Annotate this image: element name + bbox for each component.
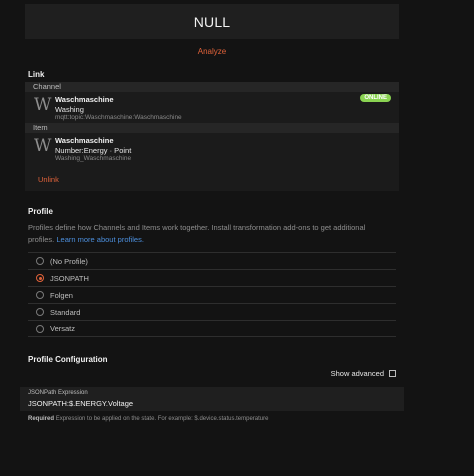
required-label: Required [28, 416, 55, 422]
profile-radio-list: (No Profile) JSONPATH Folgen Standard Ve… [28, 252, 396, 337]
channel-icon: W [34, 95, 52, 115]
profile-option-label: JSONPATH [50, 273, 89, 283]
channel-row[interactable]: W Waschmaschine Washing mqtt:topic:Wasch… [25, 92, 399, 123]
learn-more-link[interactable]: Learn more about profiles. [56, 235, 144, 244]
radio-icon [36, 324, 44, 333]
radio-icon [36, 308, 44, 316]
profile-option-label: Folgen [50, 290, 73, 300]
item-header: Item [25, 123, 399, 133]
analyze-button[interactable]: Analyze [0, 47, 424, 56]
profile-option-label: (No Profile) [50, 256, 88, 266]
profile-description: Profiles define how Channels and Items w… [28, 222, 388, 246]
channel-uid: mqtt:topic:Waschmaschine:Waschmaschine [55, 114, 182, 121]
field-hint: Required Expression to be applied on the… [28, 416, 268, 422]
radio-icon [36, 257, 44, 265]
field-value[interactable]: JSONPATH:$.ENERGY.Voltage [28, 399, 133, 408]
profile-option-jsonpath[interactable]: JSONPATH [28, 269, 396, 286]
item-row[interactable]: W Waschmaschine Number:Energy · Point Wa… [25, 133, 399, 164]
profile-option-label: Versatz [50, 324, 76, 333]
unlink-button[interactable]: Unlink [38, 175, 59, 184]
link-section-title: Link [28, 70, 45, 79]
profile-option-standard[interactable]: Standard [28, 303, 396, 320]
channel-name: Waschmaschine [55, 95, 114, 104]
field-label: JSONPath Expression [28, 390, 88, 396]
profile-config-title: Profile Configuration [28, 355, 108, 364]
state-display: NULL [25, 4, 399, 39]
radio-checked-icon [36, 274, 44, 282]
hint-text: Expression to be applied on the state. F… [55, 416, 269, 422]
profile-option-no-profile[interactable]: (No Profile) [28, 252, 396, 269]
status-badge: ONLINE [360, 94, 391, 102]
radio-icon [36, 291, 44, 299]
state-value: NULL [193, 13, 231, 30]
link-card: Channel W Waschmaschine Washing mqtt:top… [25, 82, 399, 191]
profile-option-versatz[interactable]: Versatz [28, 320, 396, 337]
channel-label: Washing [55, 105, 84, 114]
profile-section-title: Profile [28, 207, 53, 216]
item-icon: W [34, 136, 52, 156]
channel-header: Channel [25, 82, 399, 92]
item-id: Washing_Waschmaschine [55, 155, 132, 162]
show-advanced-toggle: Show advanced [331, 369, 396, 378]
profile-option-label: Standard [50, 307, 81, 317]
jsonpath-expression-field[interactable]: JSONPath Expression JSONPATH:$.ENERGY.Vo… [20, 387, 404, 411]
profile-option-folgen[interactable]: Folgen [28, 286, 396, 303]
item-type: Number:Energy · Point [55, 146, 132, 155]
show-advanced-checkbox[interactable] [389, 370, 396, 377]
item-name: Waschmaschine [55, 136, 114, 145]
show-advanced-label: Show advanced [330, 369, 384, 378]
